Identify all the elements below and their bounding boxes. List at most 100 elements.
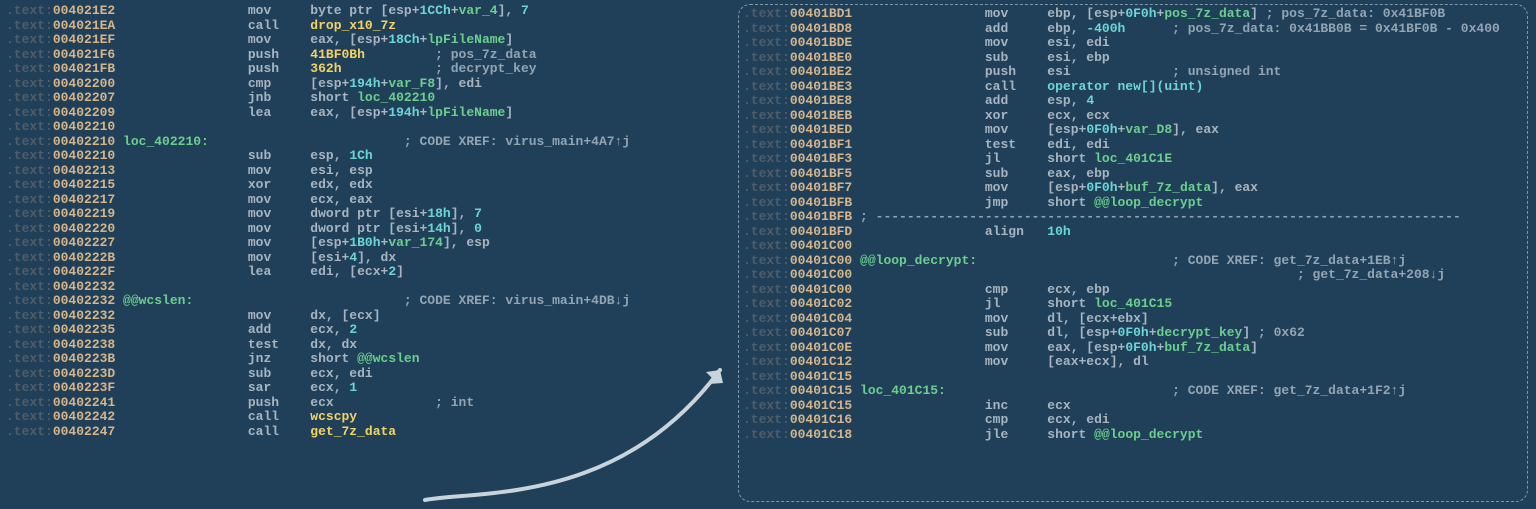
address: 00402241 [53,395,115,410]
address: 00401BFB [790,195,852,210]
disasm-row: .text:00401C00 cmp ecx, ebp [743,283,1527,298]
address-prefix: .text: [743,398,790,413]
address: 00402220 [53,221,115,236]
address: 00402232 [53,279,115,294]
disasm-row: .text:00402210 loc_402210: ; CODE XREF: … [6,135,630,150]
address: 00401C12 [790,354,852,369]
address-prefix: .text: [6,134,53,149]
mnemonic: sar [248,380,310,395]
mnemonic: mov [248,250,310,265]
address-prefix: .text: [6,177,53,192]
address: 004021EF [53,32,115,47]
disasm-row: .text:00402220 mov dword ptr [esi+14h], … [6,222,630,237]
address-prefix: .text: [6,264,53,279]
address: 00402209 [53,105,115,120]
address-prefix: .text: [6,163,53,178]
disasm-row: .text:00401C12 mov [eax+ecx], dl [743,355,1527,370]
disasm-row: .text:00401C18 jle short @@loop_decrypt [743,428,1527,443]
address-prefix: .text: [6,337,53,352]
mnemonic: mov [248,221,310,236]
disasm-row: .text:0040223D sub ecx, edi [6,367,630,382]
disasm-row: .text:00402209 lea eax, [esp+194h+lpFile… [6,106,630,121]
mnemonic: jmp [985,195,1047,210]
disassembly-pane-left: .text:004021E2 mov byte ptr [esp+1CCh+va… [6,4,630,439]
address-prefix: .text: [6,3,53,18]
address-prefix: .text: [743,253,790,268]
disasm-row: .text:00401BE0 sub esi, ebp [743,51,1527,66]
address: 0040223F [53,380,115,395]
address: 00402232 [53,293,115,308]
address: 004021FB [53,61,115,76]
disasm-row: .text:00402217 mov ecx, eax [6,193,630,208]
disasm-row: .text:00402227 mov [esp+1B0h+var_174], e… [6,236,630,251]
address-prefix: .text: [743,122,790,137]
address-prefix: .text: [6,119,53,134]
address-prefix: .text: [743,137,790,152]
address: 00401BFB [790,209,852,224]
address-prefix: .text: [6,424,53,439]
disasm-row: .text:0040223B jnz short @@wcslen [6,352,630,367]
mnemonic: jle [985,427,1047,442]
address-prefix: .text: [743,282,790,297]
mnemonic: push [248,395,310,410]
disasm-row: .text:00402200 cmp [esp+194h+var_F8], ed… [6,77,630,92]
disasm-row: .text:004021F6 push 41BF0Bh ; pos_7z_dat… [6,48,630,63]
address: 00402200 [53,76,115,91]
address: 00402219 [53,206,115,221]
address: 00401C15 [790,369,852,384]
mnemonic: mov [985,311,1047,326]
disasm-row: .text:00401BFB ; -----------------------… [743,210,1527,225]
address: 00402242 [53,409,115,424]
address: 00401C07 [790,325,852,340]
address: 00401BF5 [790,166,852,181]
address-prefix: .text: [6,366,53,381]
mnemonic: mov [985,180,1047,195]
disasm-row: .text:00402213 mov esi, esp [6,164,630,179]
mnemonic: call [248,18,310,33]
address-prefix: .text: [743,79,790,94]
address-prefix: .text: [6,76,53,91]
address-prefix: .text: [743,35,790,50]
address-prefix: .text: [743,267,790,282]
disasm-row: .text:00402207 jnb short loc_402210 [6,91,630,106]
mnemonic: mov [985,35,1047,50]
address: 004021E2 [53,3,115,18]
address: 00401BE3 [790,79,852,94]
address: 00401BED [790,122,852,137]
address: 00401C0E [790,340,852,355]
address: 00402210 [53,134,115,149]
disasm-row: .text:00402242 call wcscpy [6,410,630,425]
disasm-row: .text:00402210 [6,120,630,135]
address-prefix: .text: [6,206,53,221]
disasm-row: .text:00401C00 @@loop_decrypt: ; CODE XR… [743,254,1527,269]
address-prefix: .text: [6,409,53,424]
disasm-row: .text:0040223F sar ecx, 1 [6,381,630,396]
address: 00402235 [53,322,115,337]
address-prefix: .text: [6,221,53,236]
address: 00402232 [53,308,115,323]
address: 00401BD1 [790,6,852,21]
mnemonic: add [985,21,1047,36]
mnemonic: jl [985,296,1047,311]
disasm-row: .text:00402232 mov dx, [ecx] [6,309,630,324]
address-prefix: .text: [743,340,790,355]
mnemonic: sub [985,50,1047,65]
mnemonic: sub [248,366,310,381]
address-prefix: .text: [743,238,790,253]
address: 00401BEB [790,108,852,123]
address-prefix: .text: [743,369,790,384]
address: 0040222F [53,264,115,279]
address: 0040222B [53,250,115,265]
mnemonic: mov [985,354,1047,369]
disasm-row: .text:00401C0E mov eax, [esp+0F0h+buf_7z… [743,341,1527,356]
mnemonic: sub [248,148,310,163]
mnemonic: mov [248,206,310,221]
disasm-row: .text:004021E2 mov byte ptr [esp+1CCh+va… [6,4,630,19]
address: 00401BF7 [790,180,852,195]
address-prefix: .text: [6,192,53,207]
disasm-row: .text:004021FB push 362h ; decrypt_key [6,62,630,77]
disasm-row: .text:00401BD1 mov ebp, [esp+0F0h+pos_7z… [743,7,1527,22]
address-prefix: .text: [743,311,790,326]
address-prefix: .text: [6,90,53,105]
code-label: @@loop_decrypt: [860,253,977,268]
